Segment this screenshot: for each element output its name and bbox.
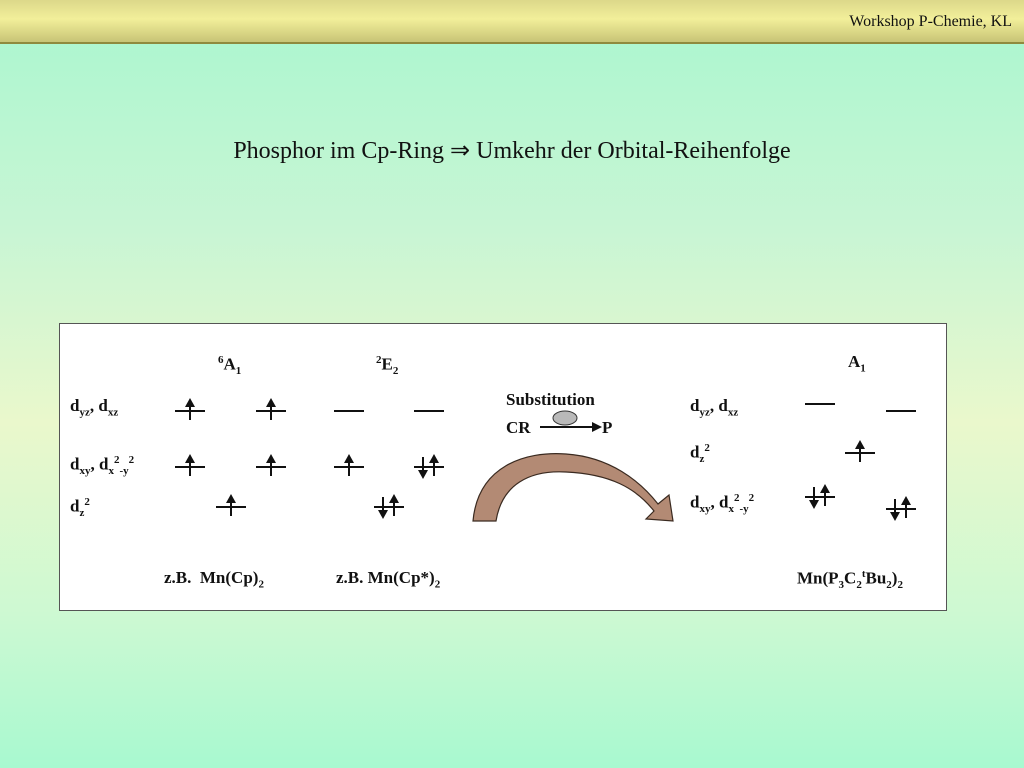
spin-down-arrow [418,457,428,479]
level-right-dyz-2 [886,398,916,424]
level-right-dxy-2 [886,496,916,522]
spin-up-arrow [266,398,276,420]
label-dxy-dx2y2-right: dxy, dx2-y2 [690,492,755,516]
label-dyz-dxz-right: dyz, dxz [690,396,739,419]
term-2E2: 2E2 [376,354,399,378]
level-doublet-dyz-2 [414,398,444,424]
substitution-svg [472,410,674,522]
example-mn-p3c2tbu2: Mn(P3C2tBu2)2 [797,568,903,592]
orbital-diagram: dyz, dxz dxy, dx2-y2 dz2 6A1 2E2 A1 Subs… [59,323,947,611]
label-dz2-left: dz2 [70,496,90,520]
level-right-dxy-1 [805,484,835,510]
example-mn-cp-star: z.B. Mn(Cp*)2 [336,568,441,591]
spin-up-arrow [820,484,830,506]
level-right-dyz-1 [805,391,835,417]
level-sextet-dxy-2 [256,454,286,480]
spin-down-arrow [890,499,900,521]
curved-arrow [472,453,674,522]
example-mn-cp: z.B. Mn(Cp)2 [164,568,264,591]
spin-up-arrow [344,454,354,476]
level-doublet-dxy-1 [334,454,364,480]
spin-up-arrow [185,398,195,420]
substituent-ellipse [552,410,578,426]
spin-up-arrow [226,494,236,516]
label-dz2-right: dz2 [690,442,710,466]
level-doublet-dyz-1 [334,398,364,424]
reaction-arrow-head [592,422,602,432]
level-sextet-dyz-1 [175,398,205,424]
spin-up-arrow [389,494,399,516]
header-bar: Workshop P-Chemie, KL [0,0,1024,44]
level-right-dz2 [845,440,875,466]
header-title: Workshop P-Chemie, KL [849,13,1012,30]
label-dxy-dx2y2-left: dxy, dx2-y2 [70,454,135,478]
spin-up-arrow [855,440,865,462]
spin-up-arrow [429,454,439,476]
spin-down-arrow [809,487,819,509]
level-doublet-dxy-2 [414,454,444,480]
slide-title: Phosphor im Cp-Ring ⇒ Umkehr der Orbital… [233,138,791,164]
level-sextet-dyz-2 [256,398,286,424]
level-doublet-dz2 [374,494,404,520]
spin-up-arrow [185,454,195,476]
level-sextet-dz2 [216,494,246,520]
spin-up-arrow [901,496,911,518]
term-6A1: 6A1 [218,354,242,378]
level-sextet-dxy-1 [175,454,205,480]
label-dyz-dxz-left: dyz, dxz [70,396,119,419]
spin-down-arrow [378,497,388,519]
term-A1-right: A1 [848,352,866,375]
spin-up-arrow [266,454,276,476]
